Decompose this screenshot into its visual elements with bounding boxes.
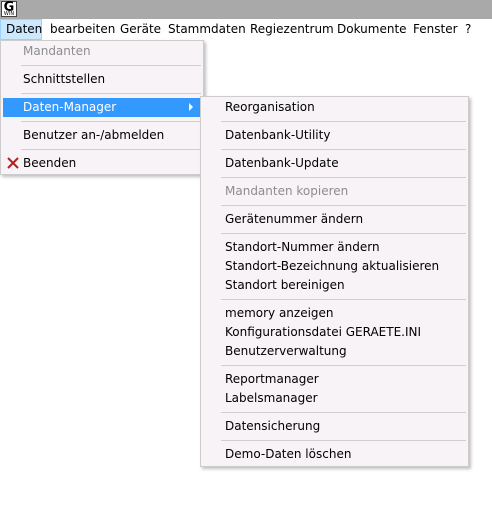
menu-item-label: Daten-Manager [23,100,117,114]
menu-item-label: Konfigurationsdatei GERAETE.INI [225,325,422,339]
menu-regiezentrum[interactable]: Regiezentrum [245,19,339,40]
menu-item-benutzerverwaltung[interactable]: Benutzerverwaltung [203,342,466,361]
menu-dokumente[interactable]: Dokumente [332,19,412,40]
menu-item-label: Datenbank-Update [225,156,339,170]
menu-item-label: Gerätenummer ändern [225,212,364,226]
menu-item-datensicherung[interactable]: Datensicherung [203,417,466,436]
menu-separator [221,412,466,413]
menu-item-labelsmanager[interactable]: Labelsmanager [203,389,466,408]
app-icon-subtext: WIN [3,11,15,17]
menu-fenster[interactable]: Fenster [408,19,463,40]
menu-separator [21,121,201,122]
menu-item-label: Reportmanager [225,372,319,386]
daten-menu: Mandanten Schnittstellen Daten-Manager B… [0,40,204,175]
menu-separator [221,205,466,206]
menu-item-label: Datenbank-Utility [225,128,331,142]
menu-stammdaten[interactable]: Stammdaten [163,19,251,40]
daten-manager-submenu: Reorganisation Datenbank-Utility Datenba… [200,96,469,467]
menu-item-geraetenummer-aendern[interactable]: Gerätenummer ändern [203,210,466,229]
menu-separator [21,93,201,94]
title-bar: G WIN [0,0,492,19]
menu-item-mandanten-kopieren: Mandanten kopieren [203,182,466,201]
menu-item-demo-daten-loeschen[interactable]: Demo-Daten löschen [203,445,466,464]
close-x-icon [7,157,19,169]
menu-item-reportmanager[interactable]: Reportmanager [203,370,466,389]
menu-separator [221,177,466,178]
menu-item-schnittstellen[interactable]: Schnittstellen [3,70,201,89]
menu-separator [221,149,466,150]
menu-item-reorganisation[interactable]: Reorganisation [203,98,466,117]
menu-item-standort-nummer-aendern[interactable]: Standort-Nummer ändern [203,238,466,257]
menu-item-label: Beenden [23,156,77,170]
app-icon[interactable]: G WIN [1,1,17,17]
menu-item-label: Benutzerverwaltung [225,344,347,358]
menu-item-datenbank-update[interactable]: Datenbank-Update [203,154,466,173]
menu-separator [21,65,201,66]
menu-separator [221,233,466,234]
submenu-arrow-icon [189,103,193,111]
menu-item-mandanten: Mandanten [3,42,201,61]
menu-separator [221,121,466,122]
menu-item-standort-bereinigen[interactable]: Standort bereinigen [203,276,466,295]
menu-separator [221,365,466,366]
menu-daten[interactable]: Daten [0,19,42,40]
menu-item-konfigurationsdatei[interactable]: Konfigurationsdatei GERAETE.INI [203,323,466,342]
menu-item-label: Standort-Bezeichnung aktualisieren [225,259,440,273]
menu-item-memory-anzeigen[interactable]: memory anzeigen [203,304,466,323]
menu-item-label: Standort bereinigen [225,278,345,292]
menu-item-beenden[interactable]: Beenden [3,154,201,173]
menu-item-label: Reorganisation [225,100,315,114]
menu-item-label: Labelsmanager [225,391,318,405]
menu-item-benutzer-anmelden[interactable]: Benutzer an-/abmelden [3,126,201,145]
menu-item-label: Benutzer an-/abmelden [23,128,165,142]
menu-separator [221,440,466,441]
menu-item-label: Schnittstellen [23,72,106,86]
menu-geraete[interactable]: Geräte [115,19,166,40]
menu-item-label: Demo-Daten löschen [225,447,352,461]
menu-item-daten-manager[interactable]: Daten-Manager [3,98,201,117]
menu-help[interactable]: ? [460,19,476,40]
menu-item-label: memory anzeigen [225,306,334,320]
menu-bar: Daten bearbeiten Geräte Stammdaten Regie… [0,19,492,40]
menu-item-label: Standort-Nummer ändern [225,240,380,254]
menu-item-label: Mandanten [23,44,91,58]
menu-bearbeiten[interactable]: bearbeiten [45,19,120,40]
menu-item-label: Datensicherung [225,419,321,433]
menu-item-standort-bezeichnung[interactable]: Standort-Bezeichnung aktualisieren [203,257,466,276]
menu-item-datenbank-utility[interactable]: Datenbank-Utility [203,126,466,145]
menu-separator [21,149,201,150]
menu-item-label: Mandanten kopieren [225,184,349,198]
menu-separator [221,299,466,300]
